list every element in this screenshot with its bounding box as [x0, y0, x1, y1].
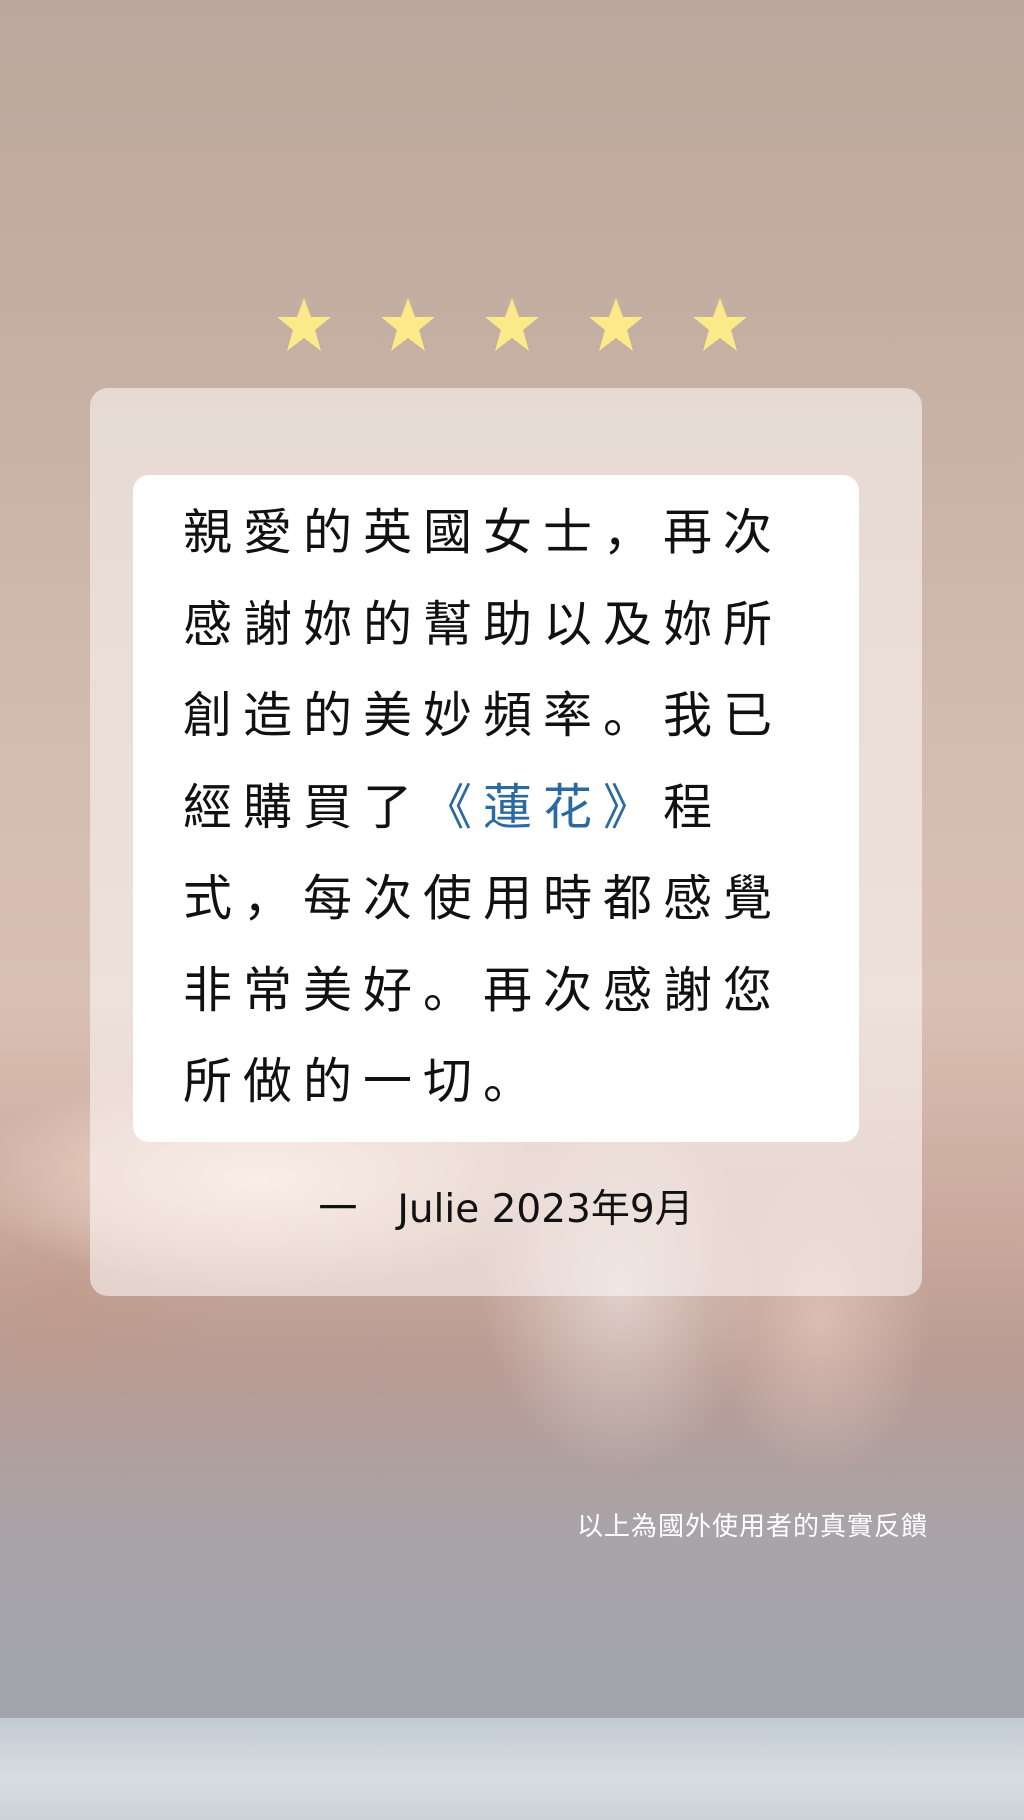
- signature-dash: 一: [318, 1187, 358, 1232]
- disclaimer-footnote: 以上為國外使用者的真實反饋: [576, 1512, 928, 1542]
- testimonial-signature: 一 Julie 2023年9月: [90, 1178, 922, 1234]
- background-floor: [0, 1718, 1024, 1820]
- testimonial-quote: 親愛的英國女士，再次感謝妳的幫助以及妳所創造的美妙頻率。我已經購買了《蓮花》程式…: [183, 487, 823, 1128]
- star-icon: [693, 298, 747, 351]
- signature-author-date: Julie 2023年9月: [397, 1187, 694, 1232]
- star-rating: [0, 296, 1024, 356]
- star-icon: [589, 298, 643, 351]
- star-icon: [381, 298, 435, 351]
- star-icon: [485, 298, 539, 351]
- star-icon: [277, 298, 331, 351]
- product-name-highlight: 《蓮花》: [423, 778, 664, 836]
- quote-box: 親愛的英國女士，再次感謝妳的幫助以及妳所創造的美妙頻率。我已經購買了《蓮花》程式…: [133, 475, 859, 1142]
